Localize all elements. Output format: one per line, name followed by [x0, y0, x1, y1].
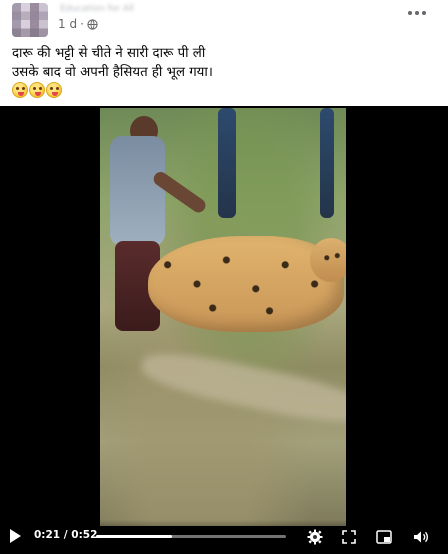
dirt-path	[138, 344, 346, 432]
picture-in-picture-icon[interactable]	[375, 528, 393, 546]
video-controls: 0:21 / 0:52	[0, 520, 448, 554]
emoji-row	[12, 82, 62, 100]
fullscreen-icon[interactable]	[340, 528, 358, 546]
video-frame[interactable]	[100, 108, 346, 526]
play-icon[interactable]	[10, 529, 21, 543]
caption-line-1: दारू की भट्टी से चीते ने सारी दारू पी ली	[12, 46, 206, 61]
progress-bar[interactable]	[96, 535, 286, 538]
post-header: Education for All 1 d ·	[0, 0, 448, 40]
post-caption: दारू की भट्टी से चीते ने सारी दारू पी ली…	[12, 44, 436, 82]
avatar[interactable]	[12, 3, 48, 37]
bystander	[320, 108, 334, 218]
post-time[interactable]: 1 d	[58, 17, 77, 31]
video-time: 0:21 / 0:52	[34, 529, 97, 541]
caption-line-2: उसके बाद वो अपनी हैसियत ही भूल गया।	[12, 65, 213, 80]
settings-gear-icon[interactable]	[306, 528, 324, 546]
bystander	[218, 108, 236, 218]
duration: 0:52	[71, 529, 98, 541]
time-separator: /	[60, 529, 72, 541]
video-player[interactable]: 0:21 / 0:52	[0, 106, 448, 554]
globe-icon	[87, 18, 98, 30]
volume-icon[interactable]	[412, 528, 430, 546]
leopard-head	[310, 238, 346, 282]
more-options-icon[interactable]	[404, 6, 430, 20]
face-with-tongue-icon	[29, 82, 45, 98]
current-time: 0:21	[34, 529, 61, 541]
meta-separator: ·	[80, 17, 84, 31]
author-name[interactable]: Education for All	[60, 4, 170, 14]
face-with-tongue-icon	[46, 82, 62, 98]
progress-fill	[96, 535, 172, 538]
face-with-tongue-icon	[12, 82, 28, 98]
post-meta: 1 d ·	[58, 17, 98, 31]
